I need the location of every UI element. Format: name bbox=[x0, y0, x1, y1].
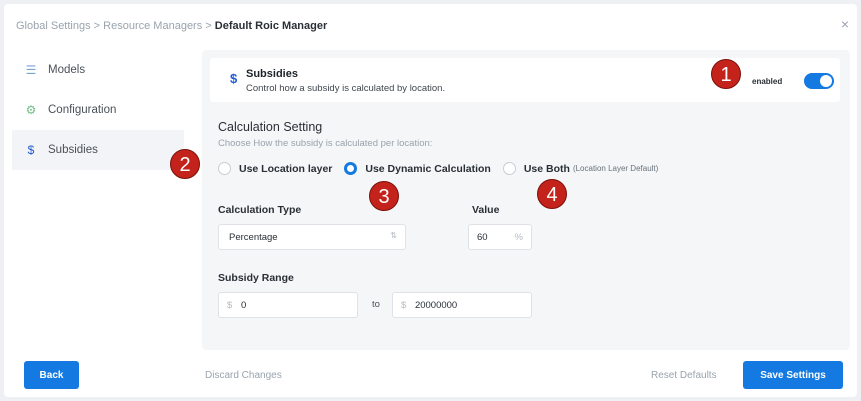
annotation-badge-2: 2 bbox=[170, 149, 200, 179]
calculation-type-value: Percentage bbox=[229, 232, 278, 243]
annotation-badge-1: 1 bbox=[711, 59, 741, 89]
list-icon: ☰ bbox=[25, 63, 37, 77]
range-to-label: to bbox=[372, 299, 380, 310]
range-min-input[interactable]: $ 0 bbox=[218, 292, 358, 318]
calculation-options: Use Location layer Use Dynamic Calculati… bbox=[218, 162, 670, 175]
sidebar-item-label: Models bbox=[48, 64, 86, 76]
range-max-value: 20000000 bbox=[414, 300, 458, 311]
dollar-icon: $ bbox=[27, 143, 35, 157]
sidebar-item-configuration[interactable]: ⚙ Configuration bbox=[12, 90, 184, 130]
card-title: Subsidies bbox=[246, 68, 298, 80]
dollar-prefix: $ bbox=[401, 300, 407, 311]
value-input[interactable]: 60 % bbox=[468, 224, 532, 250]
radio-circle[interactable] bbox=[502, 162, 516, 175]
sidebar-item-subsidies[interactable]: $ Subsidies bbox=[12, 130, 184, 170]
breadcrumb-separator: > bbox=[93, 20, 101, 32]
calculation-type-select[interactable]: Percentage ⇅ bbox=[218, 224, 406, 250]
calculation-setting-subtitle: Choose How the subsidy is calculated per… bbox=[218, 138, 433, 149]
sidebar-item-label: Configuration bbox=[48, 104, 117, 116]
radio-label: Use Dynamic Calculation bbox=[365, 162, 491, 175]
annotation-badge-3: 3 bbox=[369, 181, 399, 211]
discard-changes-link[interactable]: Discard Changes bbox=[205, 370, 282, 381]
subsidies-panel: $ Subsidies Control how a subsidy is cal… bbox=[202, 50, 850, 350]
dollar-icon: $ bbox=[230, 71, 238, 86]
breadcrumb-resource-managers[interactable]: Resource Managers bbox=[103, 20, 202, 32]
value-text: 60 bbox=[477, 232, 488, 243]
breadcrumb-separator: > bbox=[205, 20, 212, 32]
radio-use-dynamic-calculation[interactable]: Use Dynamic Calculation bbox=[344, 162, 491, 175]
radio-label: Use Location layer bbox=[239, 162, 333, 175]
sidebar-item-models[interactable]: ☰ Models bbox=[12, 50, 184, 90]
subsidy-range-label: Subsidy Range bbox=[218, 272, 294, 284]
range-max-input[interactable]: $ 20000000 bbox=[392, 292, 532, 318]
percent-suffix: % bbox=[514, 232, 523, 243]
sort-arrows-icon: ⇅ bbox=[390, 231, 397, 240]
gear-icon: ⚙ bbox=[25, 103, 37, 117]
sidebar-item-label: Subsidies bbox=[48, 144, 98, 156]
enabled-label: enabled bbox=[752, 77, 783, 86]
sidebar: ☰ Models ⚙ Configuration $ Subsidies bbox=[12, 50, 184, 170]
calculation-type-label: Calculation Type bbox=[218, 204, 302, 216]
radio-circle[interactable] bbox=[218, 162, 231, 175]
back-button[interactable]: Back bbox=[24, 361, 79, 389]
close-icon[interactable]: × bbox=[841, 16, 849, 32]
enabled-toggle[interactable] bbox=[804, 73, 834, 89]
dollar-prefix: $ bbox=[227, 300, 233, 311]
breadcrumb-current: Default Roic Manager bbox=[214, 20, 328, 32]
save-settings-button[interactable]: Save Settings bbox=[743, 361, 843, 389]
annotation-badge-4: 4 bbox=[537, 179, 567, 209]
radio-use-both[interactable]: Use Both (Location Layer Default) bbox=[502, 162, 659, 175]
reset-defaults-link[interactable]: Reset Defaults bbox=[651, 370, 717, 381]
radio-label: Use Both bbox=[523, 162, 570, 175]
breadcrumb: Global Settings > Resource Managers > De… bbox=[16, 20, 327, 32]
breadcrumb-global-settings[interactable]: Global Settings bbox=[16, 20, 91, 32]
calculation-setting-title: Calculation Setting bbox=[218, 120, 323, 134]
radio-use-location-layer[interactable]: Use Location layer bbox=[218, 162, 332, 175]
radio-circle[interactable] bbox=[344, 162, 358, 175]
range-min-value: 0 bbox=[240, 300, 247, 311]
radio-hint: (Location Layer Default) bbox=[572, 164, 659, 173]
subsidies-card: $ Subsidies Control how a subsidy is cal… bbox=[210, 58, 840, 102]
value-label: Value bbox=[472, 204, 500, 216]
card-description: Control how a subsidy is calculated by l… bbox=[246, 83, 446, 94]
